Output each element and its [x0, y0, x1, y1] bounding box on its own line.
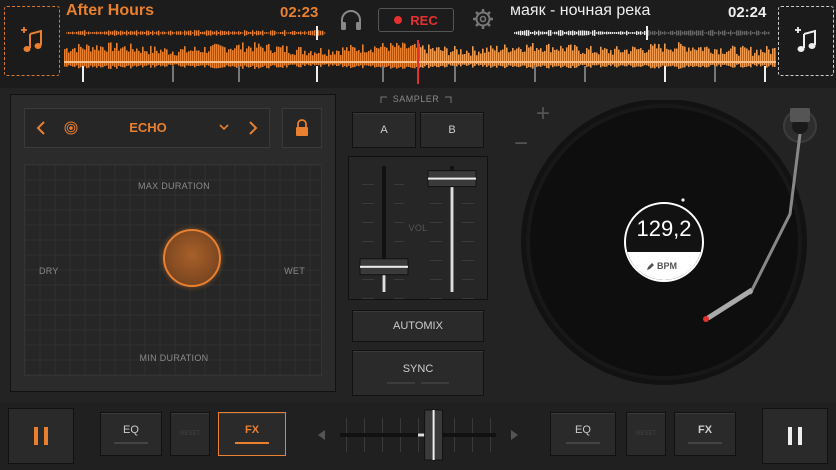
sampler-bracket: [380, 96, 452, 103]
main-waveform[interactable]: [64, 40, 776, 84]
left-overview-waveform[interactable]: [66, 26, 326, 40]
right-reset-button[interactable]: RESET: [626, 412, 666, 456]
headphones-icon[interactable]: [338, 8, 364, 32]
bpm-label: BPM: [657, 261, 677, 271]
crossfader[interactable]: [310, 406, 526, 464]
left-track-time: 02:23: [280, 4, 319, 21]
lock-icon: [296, 119, 308, 136]
left-eq-button[interactable]: EQ: [100, 412, 162, 456]
fx-xy-pad[interactable]: MAX DURATION MIN DURATION DRY WET: [24, 164, 322, 376]
chevron-right-icon: [249, 121, 258, 135]
right-fx-indicator: [688, 442, 722, 444]
music-note-plus-icon: [795, 27, 816, 52]
automix-button[interactable]: AUTOMIX: [352, 310, 484, 342]
fx-prev-button[interactable]: [30, 116, 52, 140]
sync-indicators: [387, 381, 449, 384]
sync-button[interactable]: SYNC: [352, 350, 484, 396]
xy-pad-handle[interactable]: [163, 229, 221, 287]
volume-label: VOL: [408, 223, 428, 233]
right-fx-button[interactable]: FX: [674, 412, 736, 456]
fx-next-button[interactable]: [242, 116, 264, 140]
left-play-pause-button[interactable]: [8, 408, 74, 464]
sampler-pad-a[interactable]: A: [352, 112, 416, 148]
pause-icon: [788, 427, 802, 445]
xy-label-right: WET: [284, 266, 305, 276]
record-label: REC: [410, 12, 438, 28]
right-eq-label: EQ: [575, 424, 591, 436]
pencil-icon: [647, 262, 654, 270]
right-eq-indicator: [566, 442, 600, 444]
echo-icon: [64, 121, 78, 135]
right-play-pause-button[interactable]: [762, 408, 828, 464]
fx-lock-button[interactable]: [282, 108, 322, 148]
left-eq-label: EQ: [123, 424, 139, 436]
crossfader-left-arrow-icon: [318, 430, 325, 440]
gear-icon[interactable]: [472, 8, 494, 30]
left-fx-button[interactable]: FX: [218, 412, 286, 456]
left-fx-indicator: [235, 442, 269, 444]
load-track-right-button[interactable]: [778, 6, 834, 76]
load-track-left-button[interactable]: [4, 6, 60, 76]
pause-icon: [34, 427, 48, 445]
left-reset-button[interactable]: RESET: [170, 412, 210, 456]
crossfader-right-arrow-icon: [511, 430, 518, 440]
chevron-down-icon[interactable]: [219, 123, 229, 131]
right-overview-waveform[interactable]: [514, 26, 770, 40]
chevron-left-icon: [36, 121, 45, 135]
left-volume-handle[interactable]: [359, 258, 409, 276]
record-dot-icon: [394, 16, 403, 24]
left-fx-label: FX: [244, 424, 260, 436]
right-eq-button[interactable]: EQ: [550, 412, 616, 456]
right-volume-handle[interactable]: [427, 170, 477, 188]
right-track-title: маяк - ночная река: [510, 2, 651, 19]
record-button[interactable]: REC: [378, 8, 454, 32]
left-eq-indicator: [114, 442, 148, 444]
tonearm[interactable]: [690, 104, 830, 324]
xy-label-bottom: MIN DURATION: [139, 353, 209, 363]
sync-label: SYNC: [402, 362, 434, 375]
right-track-time: 02:24: [728, 4, 767, 21]
left-track-title: After Hours: [66, 2, 155, 19]
crossfader-handle[interactable]: [424, 409, 444, 461]
xy-label-left: DRY: [39, 266, 59, 276]
xy-label-top: MAX DURATION: [138, 181, 210, 191]
music-note-plus-icon: [21, 27, 42, 52]
fx-name: ECHO: [129, 120, 167, 135]
right-fx-label: FX: [697, 424, 713, 436]
sampler-pad-b[interactable]: B: [420, 112, 484, 148]
